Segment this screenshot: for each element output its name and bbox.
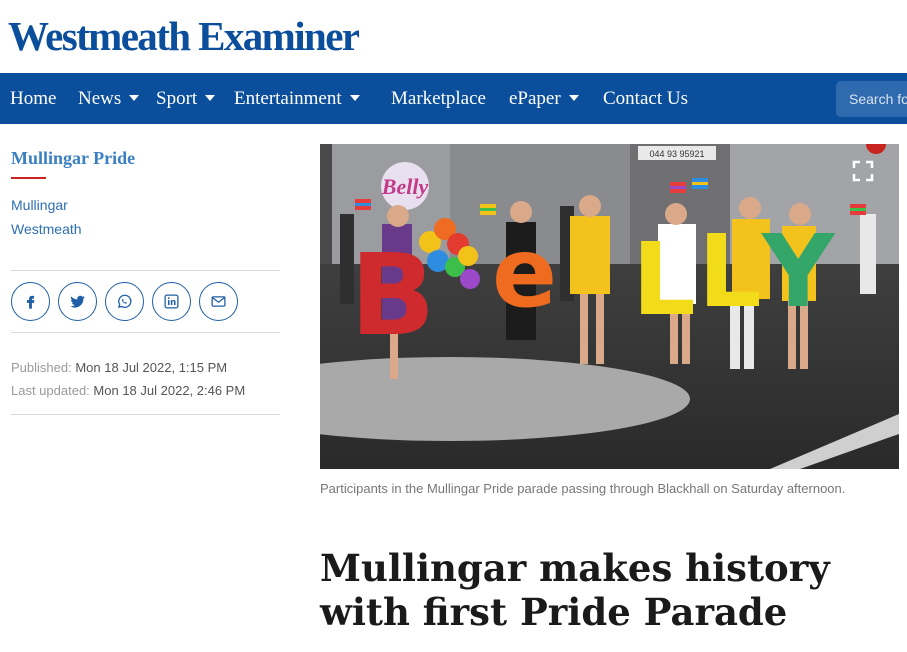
divider [11, 332, 280, 333]
svg-text:Belly: Belly [381, 174, 429, 199]
share-facebook-button[interactable] [11, 282, 50, 321]
svg-text:e: e [492, 217, 557, 329]
share-email-button[interactable] [199, 282, 238, 321]
twitter-icon [70, 295, 85, 308]
share-linkedin-button[interactable] [152, 282, 191, 321]
svg-text:Y: Y [761, 213, 836, 330]
tag-link-mullingar[interactable]: Mullingar [11, 197, 68, 213]
linkedin-icon [164, 294, 179, 309]
divider [11, 414, 280, 415]
share-whatsapp-button[interactable] [105, 282, 144, 321]
nav-marketplace[interactable]: Marketplace [391, 73, 486, 124]
masthead: Westmeath Examiner [0, 0, 907, 73]
photo-caption: Participants in the Mullingar Pride para… [320, 481, 846, 496]
article-headline: Mullingar makes history with first Pride… [320, 546, 830, 634]
chevron-down-icon [205, 95, 216, 101]
main-nav: Home News Sport Entertainment Marketplac… [0, 73, 907, 124]
nav-home[interactable]: Home [10, 73, 56, 124]
chevron-down-icon [129, 95, 140, 101]
updated-date: Last updated: Mon 18 Jul 2022, 2:46 PM [11, 383, 246, 398]
email-icon [211, 296, 226, 307]
nav-epaper[interactable]: ePaper [509, 73, 579, 124]
site-logo[interactable]: Westmeath Examiner [8, 12, 360, 60]
topic-title[interactable]: Mullingar Pride [11, 148, 135, 169]
nav-news[interactable]: News [78, 73, 140, 124]
search-input[interactable]: Search for [836, 81, 907, 117]
tag-link-westmeath[interactable]: Westmeath [11, 221, 82, 237]
facebook-icon [26, 295, 35, 309]
divider [11, 270, 280, 271]
topic-underline [11, 177, 46, 179]
nav-sport[interactable]: Sport [156, 73, 216, 124]
fullscreen-icon[interactable] [852, 160, 874, 182]
svg-text:L: L [698, 213, 762, 330]
nav-contact-us[interactable]: Contact Us [603, 73, 688, 124]
chevron-down-icon [349, 95, 360, 101]
svg-text:B: B [350, 231, 435, 361]
nav-entertainment[interactable]: Entertainment [234, 73, 360, 124]
share-twitter-button[interactable] [58, 282, 97, 321]
whatsapp-icon [117, 294, 132, 309]
chevron-down-icon [568, 95, 579, 101]
parade-photo: 044 93 95921 Belly B e L L Y [320, 144, 899, 469]
svg-text:L: L [632, 221, 696, 338]
published-date: Published: Mon 18 Jul 2022, 1:15 PM [11, 360, 228, 375]
article-hero-photo[interactable]: 044 93 95921 Belly B e L L Y [320, 144, 899, 469]
shopfront-phone: 044 93 95921 [649, 149, 704, 159]
